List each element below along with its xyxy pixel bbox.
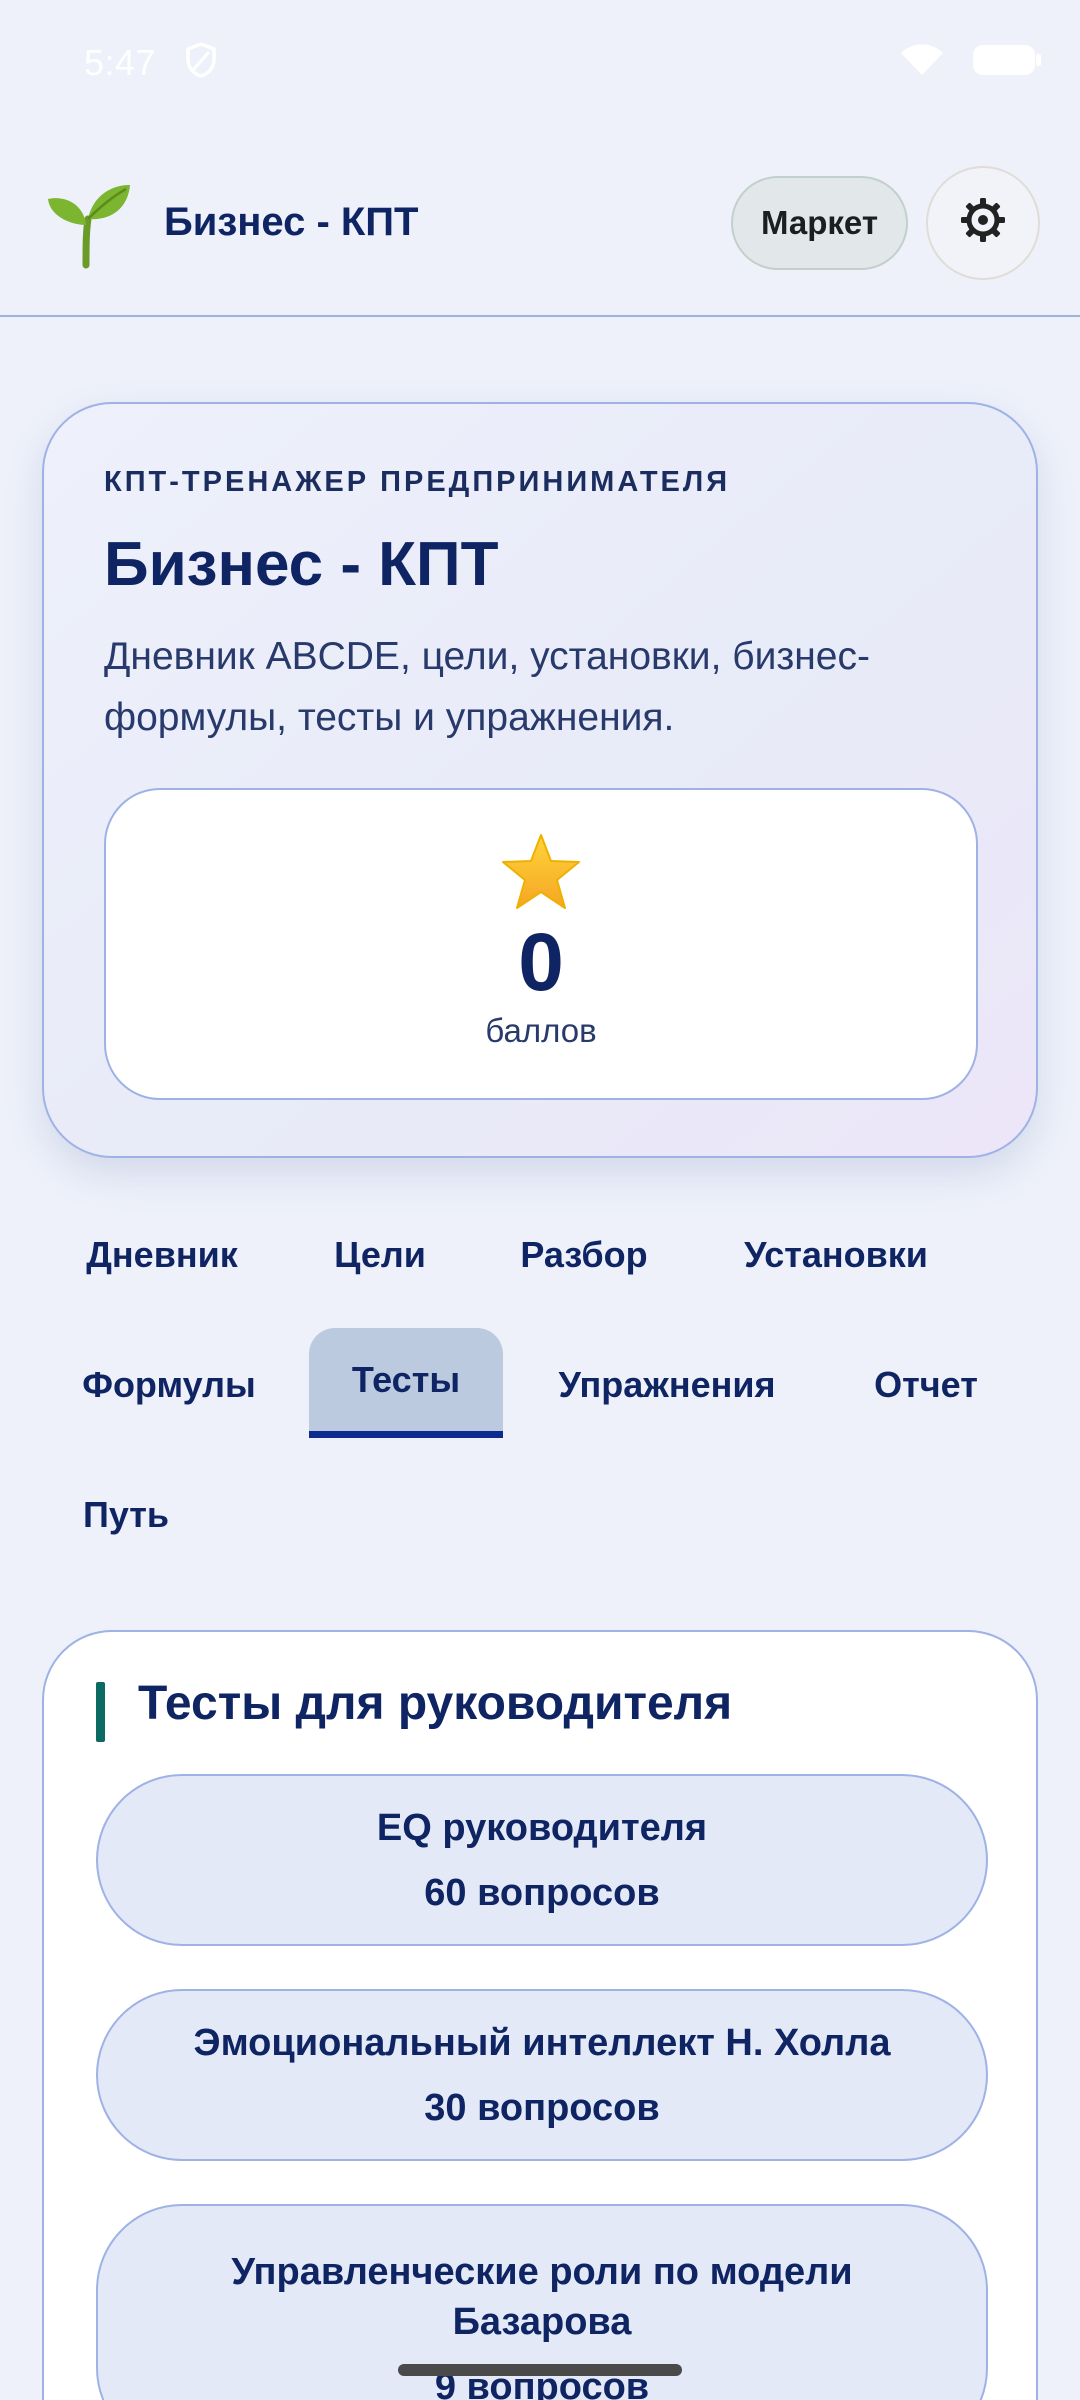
hero-description: Дневник ABCDE, цели, установки, бизнес-ф… [104,635,870,739]
settings-button[interactable] [926,165,1040,280]
app-title: Бизнес - КПТ [164,200,419,244]
test-item[interactable]: EQ руководителя 60 вопросов [96,1774,988,1946]
test-name: Эмоциональный интеллект Н. Холла [193,2021,891,2064]
tab-tests[interactable]: Тесты [309,1328,503,1438]
status-bar: 5:47 [0,0,1080,125]
market-button[interactable]: Маркет [731,175,908,270]
star-icon [499,832,583,914]
tab-analysis[interactable]: Разбор [500,1200,668,1310]
status-left: 5:47 [84,41,218,84]
tab-path[interactable]: Путь [62,1460,190,1570]
section-title: Тесты для руководителя [138,1677,733,1730]
section-marker [96,1682,105,1742]
battery-icon [972,43,1042,82]
gear-icon [960,197,1006,248]
test-count: 60 вопросов [424,1871,660,1914]
points-card: 0 баллов [104,788,978,1100]
tab-exercises[interactable]: Упражнения [542,1330,792,1440]
tab-formulas[interactable]: Формулы [62,1330,276,1440]
tab-goals[interactable]: Цели [310,1200,450,1310]
status-right [898,42,1042,83]
hero-title: Бизнес - КПТ [104,530,499,599]
app-bar: Бизнес - КПТ Маркет [0,130,1080,317]
shield-icon [184,41,218,84]
tests-section: Тесты для руководителя EQ руководителя 6… [42,1630,1038,2400]
test-name: EQ руководителя [376,1806,708,1849]
test-item[interactable]: Эмоциональный интеллект Н. Холла 30 вопр… [96,1989,988,2161]
points-label: баллов [485,1012,597,1049]
hero-eyebrow: КПТ-ТРЕНАЖЕР ПРЕДПРИНИМАТЕЛЯ [104,466,731,498]
tab-diary[interactable]: Дневник [62,1200,262,1310]
tab-beliefs[interactable]: Установки [724,1200,948,1310]
points-value: 0 [518,917,564,1008]
test-name: Управленческие роли по модели Базарова [231,2250,853,2343]
hero-card: КПТ-ТРЕНАЖЕР ПРЕДПРИНИМАТЕЛЯ Бизнес - КП… [42,402,1038,1158]
home-indicator[interactable] [398,2364,682,2376]
test-count: 30 вопросов [424,2086,660,2129]
sprout-logo-icon [42,177,134,269]
wifi-icon [898,42,946,83]
tab-report[interactable]: Отчет [858,1330,994,1440]
status-time: 5:47 [84,41,157,83]
